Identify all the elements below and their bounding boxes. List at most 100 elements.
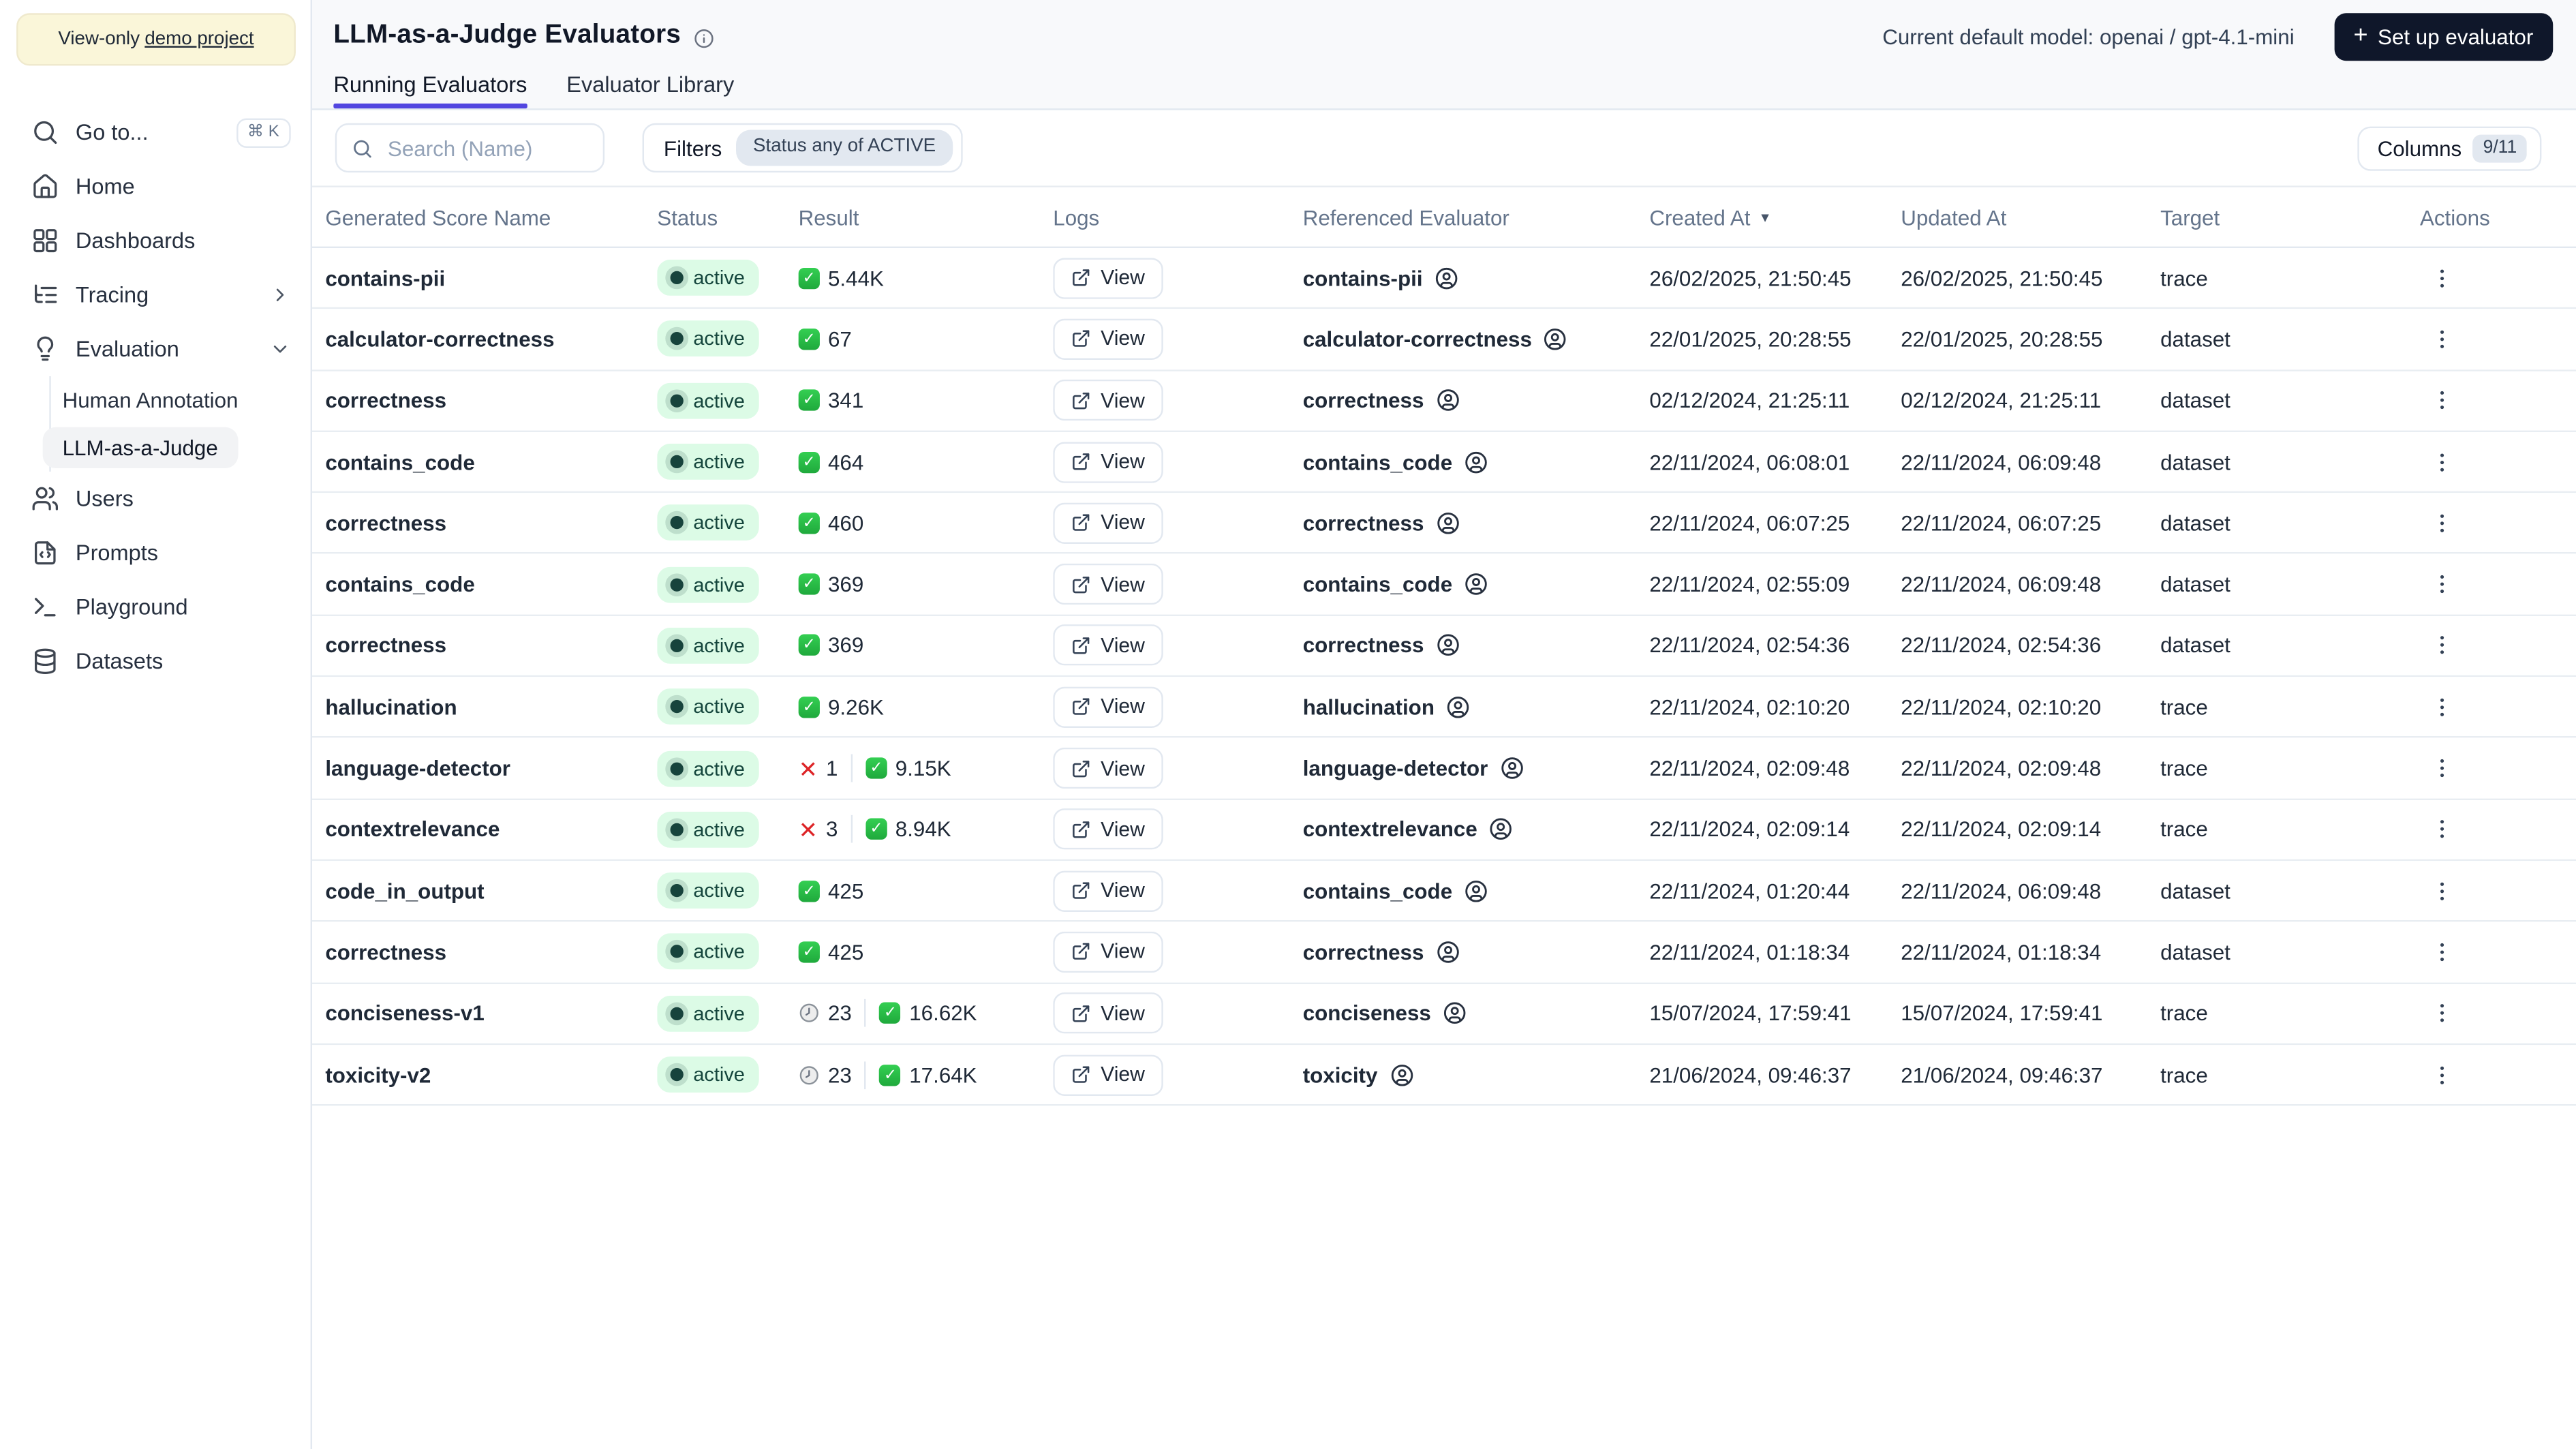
status-cell: active <box>657 688 798 725</box>
column-header-created-at[interactable]: Created At ▼ <box>1649 204 1901 229</box>
score-name: correctness <box>325 510 447 536</box>
table-row[interactable]: calculator-correctness active ✓ 67 View c… <box>312 309 2576 371</box>
view-logs-button[interactable]: View <box>1053 625 1163 667</box>
table-row[interactable]: correctness active ✓ 341 View correctness <box>312 370 2576 432</box>
row-actions-button[interactable] <box>2423 749 2461 787</box>
evaluator-name: calculator-correctness <box>1302 326 1532 352</box>
table-row[interactable]: correctness active ✓ 369 View correctness <box>312 615 2576 677</box>
sidebar-item-human-annotation[interactable]: Human Annotation <box>13 376 310 424</box>
view-logs-button[interactable]: View <box>1053 502 1163 544</box>
view-logs-button[interactable]: View <box>1053 747 1163 789</box>
row-actions-button[interactable] <box>2423 626 2461 664</box>
updated-at: 22/11/2024, 02:09:14 <box>1901 817 2102 842</box>
view-logs-button[interactable]: View <box>1053 808 1163 851</box>
columns-button[interactable]: Columns 9/11 <box>2357 125 2542 170</box>
sidebar-item-goto[interactable]: Go to... ⌘ K <box>0 105 311 159</box>
sidebar-item-dashboards[interactable]: Dashboards <box>0 213 311 268</box>
kebab-icon <box>2440 943 2444 961</box>
sidebar-item-playground[interactable]: Playground <box>0 580 311 635</box>
table-row[interactable]: contains_code active ✓ 464 View contains_… <box>312 431 2576 493</box>
view-logs-button[interactable]: View <box>1053 686 1163 728</box>
column-header-target[interactable]: Target <box>2160 204 2420 229</box>
table-row[interactable]: contains-pii active ✓ 5.44K View contains… <box>312 248 2576 309</box>
sidebar-item-home[interactable]: Home <box>0 159 311 214</box>
view-logs-button[interactable]: View <box>1053 318 1163 360</box>
sidebar-item-datasets[interactable]: Datasets <box>0 635 311 689</box>
view-logs-button[interactable]: View <box>1053 931 1163 973</box>
referenced-evaluator: contains_code <box>1303 879 1650 903</box>
row-actions-button[interactable] <box>2423 320 2461 358</box>
result-cell: ✓ 67 <box>798 327 1054 352</box>
setup-evaluator-button[interactable]: + Set up evaluator <box>2333 12 2554 60</box>
status-dot-icon <box>670 1067 684 1082</box>
clear-filters-button[interactable] <box>982 141 995 154</box>
column-header-generated-score-name[interactable]: Generated Score Name <box>325 204 657 229</box>
logs-cell: View <box>1053 257 1302 299</box>
result-segment-success: ✓ 341 <box>798 388 863 413</box>
updated-at: 22/11/2024, 01:18:34 <box>1901 939 2102 964</box>
kebab-icon <box>2440 698 2444 716</box>
external-link-icon <box>1071 697 1091 717</box>
referenced-evaluator: correctness <box>1303 388 1650 413</box>
search-input[interactable] <box>384 134 589 162</box>
view-logs-button[interactable]: View <box>1053 1054 1163 1095</box>
sidebar-item-prompts[interactable]: Prompts <box>0 525 311 580</box>
view-logs-button[interactable]: View <box>1053 441 1163 483</box>
edit-model-button[interactable] <box>2304 33 2311 40</box>
column-header-referenced-evaluator[interactable]: Referenced Evaluator <box>1303 204 1650 229</box>
row-actions-button[interactable] <box>2423 259 2461 296</box>
table-row[interactable]: toxicity-v2 active 23 ✓ 17.64K View toxici… <box>312 1044 2576 1106</box>
row-actions-button[interactable] <box>2423 443 2461 481</box>
view-logs-button[interactable]: View <box>1053 380 1163 421</box>
table-row[interactable]: correctness active ✓ 460 View correctness <box>312 493 2576 555</box>
referenced-evaluator: correctness <box>1303 633 1650 658</box>
table-row[interactable]: contextrelevance active ✕ 3 ✓ 8.94K View co… <box>312 799 2576 861</box>
view-logs-button[interactable]: View <box>1053 564 1163 605</box>
status-cell: active <box>657 1056 798 1093</box>
status-cell: active <box>657 934 798 971</box>
sidebar-item-evaluation[interactable]: Evaluation <box>0 322 311 376</box>
row-actions-button[interactable] <box>2423 1056 2461 1093</box>
column-header-status[interactable]: Status <box>657 204 798 229</box>
table-row[interactable]: contains_code active ✓ 369 View contains_… <box>312 554 2576 616</box>
column-header-updated-at[interactable]: Updated At <box>1901 204 2160 229</box>
table-row[interactable]: language-detector active ✕ 1 ✓ 9.15K View l… <box>312 738 2576 800</box>
view-logs-button[interactable]: View <box>1053 257 1163 299</box>
view-logs-button[interactable]: View <box>1053 870 1163 912</box>
table-row[interactable]: code_in_output active ✓ 425 View contains… <box>312 861 2576 923</box>
table-row[interactable]: hallucination active ✓ 9.26K View halluci… <box>312 677 2576 739</box>
home-icon <box>31 172 59 200</box>
table-row[interactable]: correctness active ✓ 425 View correctness <box>312 922 2576 983</box>
row-actions-button[interactable] <box>2423 872 2461 909</box>
table-row[interactable]: conciseness-v1 active 23 ✓ 16.62K View con… <box>312 983 2576 1045</box>
view-logs-button[interactable]: View <box>1053 992 1163 1034</box>
sidebar-item-llm-as-a-judge[interactable]: LLM-as-a-Judge <box>13 424 310 472</box>
result-count: 369 <box>827 633 864 658</box>
column-header-result[interactable]: Result <box>799 204 1054 229</box>
tab-running-evaluators[interactable]: Running Evaluators <box>333 72 527 109</box>
row-actions-button[interactable] <box>2423 994 2461 1032</box>
row-actions-button[interactable] <box>2423 382 2461 419</box>
setup-evaluator-label: Set up evaluator <box>2378 23 2534 49</box>
clock-icon <box>799 1003 820 1024</box>
row-actions-button[interactable] <box>2423 810 2461 848</box>
result-segment-success: ✓ 425 <box>798 879 863 903</box>
cross-icon: ✕ <box>798 754 818 782</box>
score-name: hallucination <box>325 695 457 720</box>
result-count: 9.15K <box>895 755 951 781</box>
sidebar-item-tracing[interactable]: Tracing <box>0 268 311 322</box>
row-actions-button[interactable] <box>2423 688 2461 725</box>
column-header-logs[interactable]: Logs <box>1053 204 1302 229</box>
row-actions-button[interactable] <box>2423 933 2461 971</box>
view-logs-label: View <box>1101 1001 1145 1025</box>
status-badge: active <box>657 750 760 787</box>
dashboard-icon <box>31 227 59 255</box>
tab-evaluator-library[interactable]: Evaluator Library <box>566 72 734 107</box>
demo-project-link[interactable]: demo project <box>144 29 254 49</box>
row-actions-button[interactable] <box>2423 504 2461 542</box>
filters-button[interactable]: Filters Status any of ACTIVE <box>642 123 962 173</box>
main-content: LLM-as-a-Judge Evaluators Current defaul… <box>312 0 2576 1449</box>
row-actions-button[interactable] <box>2423 566 2461 603</box>
sidebar-item-users[interactable]: Users <box>0 472 311 526</box>
result-cell: 23 ✓ 16.62K <box>799 999 1054 1028</box>
